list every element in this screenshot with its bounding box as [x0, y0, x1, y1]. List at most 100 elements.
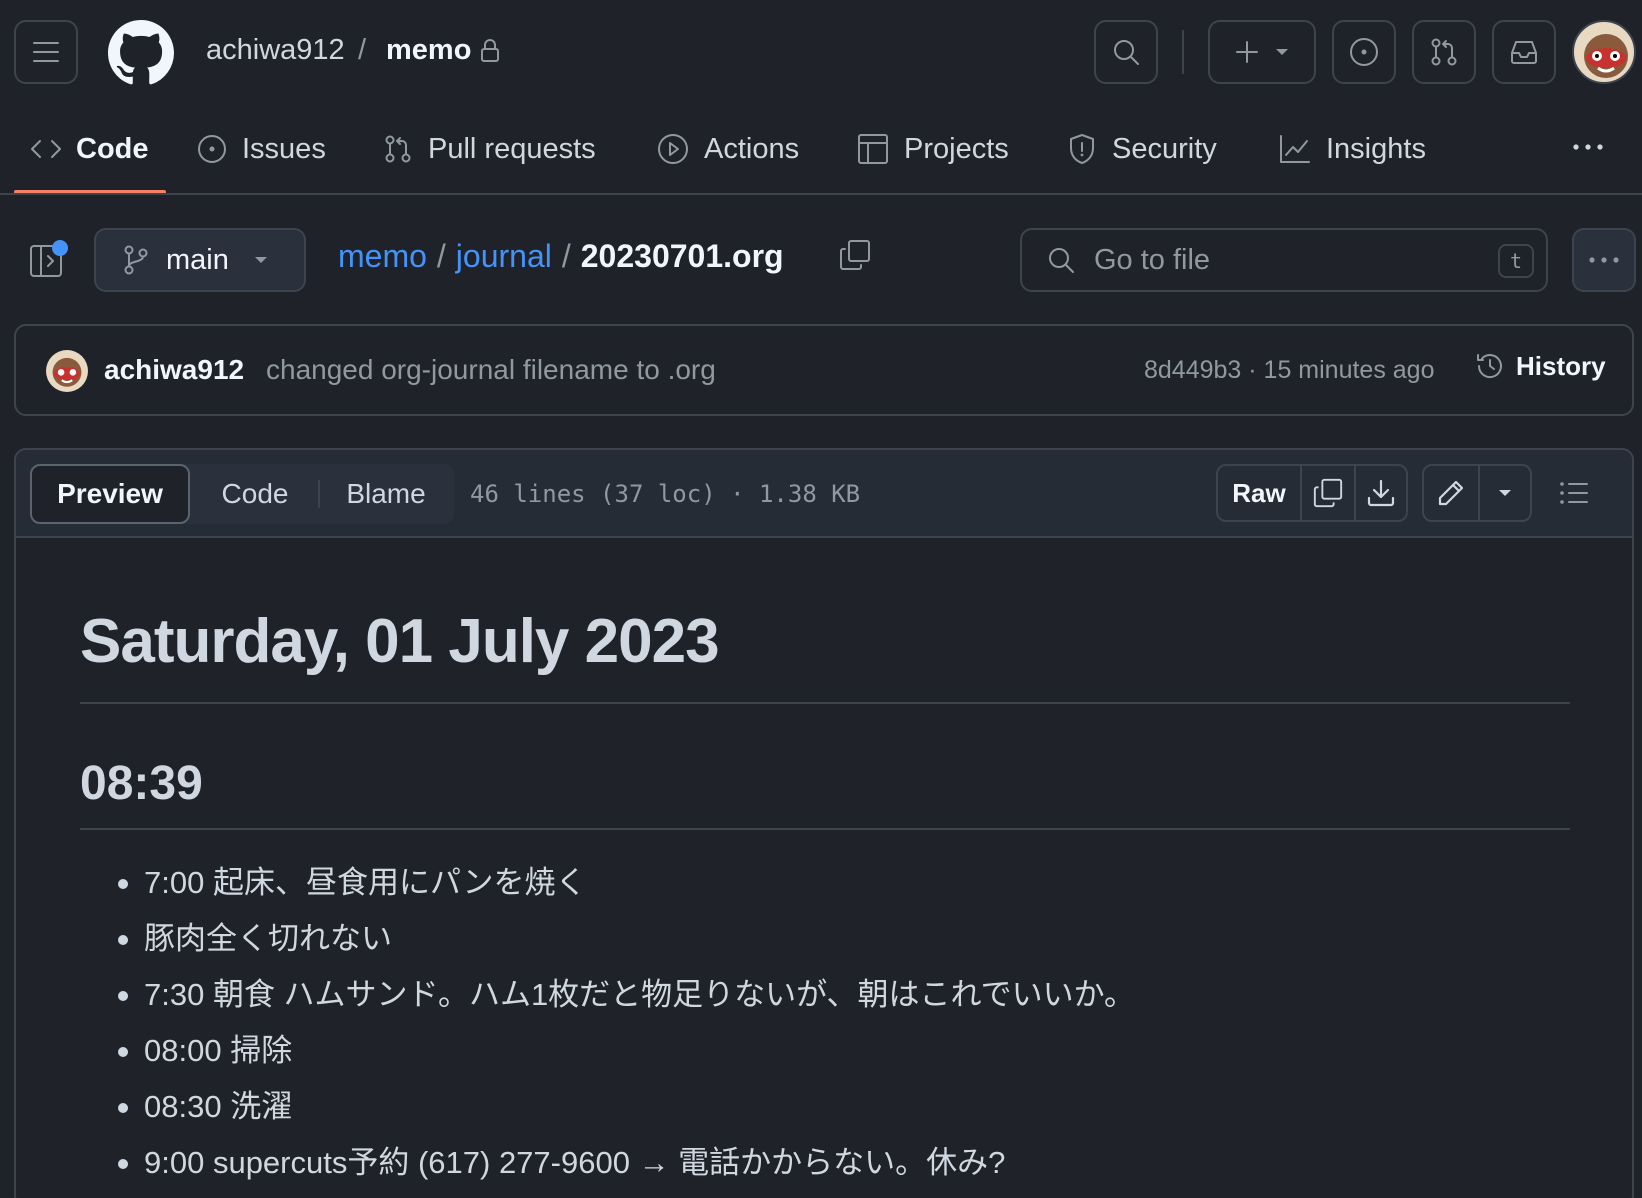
journal-entry-list: 7:00 起床、昼食用にパンを焼く 豚肉全く切れない 7:30 朝食 ハムサンド…: [110, 862, 1135, 1198]
list-item: 08:30 洗濯: [110, 1086, 1135, 1142]
tab-projects[interactable]: Projects: [856, 118, 1009, 180]
list-item: 7:30 朝食 ハムサンド。ハム1枚だと物足りないが、朝はこれでいいか。: [110, 974, 1135, 1030]
tab-code-label: Code: [76, 132, 149, 165]
inbox-button[interactable]: [1492, 20, 1556, 84]
raw-button[interactable]: Raw: [1218, 466, 1300, 520]
pull-requests-button[interactable]: [1412, 20, 1476, 84]
breadcrumb-repo[interactable]: memo: [386, 34, 471, 67]
avatar-face-icon: [52, 357, 82, 387]
plus-icon: [1236, 41, 1258, 63]
more-tabs-button[interactable]: [1570, 132, 1606, 162]
inbox-icon: [1511, 41, 1537, 64]
file-info: 46 lines (37 loc) · 1.38 KB: [470, 480, 861, 508]
list-item: 豚肉全く切れない: [110, 918, 1135, 974]
copy-raw-button[interactable]: [1300, 466, 1354, 520]
tab-projects-label: Projects: [904, 132, 1009, 165]
issues-button[interactable]: [1332, 20, 1396, 84]
header-divider: [1182, 30, 1184, 74]
list-item: 08:00 掃除: [110, 1030, 1135, 1086]
edit-file-button[interactable]: [1424, 466, 1478, 520]
triangle-down-icon: [1276, 49, 1288, 55]
search-button[interactable]: [1094, 20, 1158, 84]
tab-security-label: Security: [1112, 132, 1217, 165]
tab-security[interactable]: Security: [1066, 118, 1217, 180]
git-branch-icon: [124, 245, 148, 275]
section-divider: [80, 828, 1570, 830]
copy-icon: [1313, 478, 1343, 508]
git-pull-request-icon: [385, 135, 411, 163]
search-icon: [1114, 40, 1139, 65]
commit-message[interactable]: changed org-journal filename to .org: [266, 354, 716, 386]
code-view-tab[interactable]: Code: [198, 464, 312, 524]
history-icon: [1477, 354, 1502, 378]
graph-icon: [1280, 135, 1310, 163]
kebab-horizontal-icon: [1573, 144, 1603, 150]
lock-icon: [479, 38, 501, 64]
hamburger-icon: [33, 42, 59, 62]
commit-author-avatar[interactable]: [46, 350, 88, 392]
breadcrumb-owner[interactable]: achiwa912: [206, 34, 345, 67]
table-icon: [858, 134, 888, 164]
kebab-horizontal-icon: [1589, 257, 1619, 263]
blame-tab[interactable]: Blame: [326, 464, 446, 524]
shield-icon: [1070, 134, 1094, 164]
current-filename: 20230701.org: [580, 238, 784, 274]
preview-tab[interactable]: Preview: [30, 464, 190, 524]
list-unordered-icon: [1560, 482, 1588, 504]
tab-actions-label: Actions: [704, 132, 800, 165]
outline-button[interactable]: [1558, 478, 1590, 508]
branch-name: main: [166, 243, 229, 276]
path-link-memo[interactable]: memo: [338, 238, 427, 275]
tab-pull-requests-label: Pull requests: [428, 132, 596, 165]
user-avatar[interactable]: [1572, 20, 1636, 84]
issue-opened-icon: [1350, 38, 1378, 66]
branch-selector[interactable]: main: [94, 228, 306, 292]
triangle-down-icon: [254, 257, 267, 263]
path-separator: /: [561, 238, 571, 274]
file-path-breadcrumb: memo / journal / 20230701.org: [338, 238, 784, 275]
git-pull-request-icon: [1431, 38, 1457, 66]
raw-label: Raw: [1232, 477, 1286, 508]
commit-author[interactable]: achiwa912: [104, 354, 244, 386]
global-menu-button[interactable]: [14, 20, 78, 84]
segment-divider: [318, 480, 320, 508]
issue-opened-icon: [198, 135, 226, 163]
path-separator: /: [436, 238, 446, 274]
tab-pull-requests[interactable]: Pull requests: [382, 118, 596, 180]
github-logo-icon[interactable]: [108, 20, 174, 86]
play-icon: [658, 134, 688, 164]
edit-button-group: [1422, 464, 1532, 522]
nav-divider: [0, 193, 1642, 195]
tab-insights-label: Insights: [1326, 132, 1426, 165]
tab-issues[interactable]: Issues: [196, 118, 326, 180]
path-link-journal[interactable]: journal: [456, 238, 552, 275]
pencil-icon: [1438, 480, 1464, 506]
tab-issues-label: Issues: [242, 132, 326, 165]
create-new-button[interactable]: [1208, 20, 1316, 84]
tab-code[interactable]: Code: [30, 118, 149, 180]
download-button[interactable]: [1354, 466, 1406, 520]
breadcrumb-separator: /: [358, 34, 367, 66]
go-to-file-input[interactable]: Go to file t: [1020, 228, 1548, 292]
download-icon: [1367, 479, 1395, 507]
github-mark-icon: [108, 20, 174, 85]
list-item: 9:00 supercuts予約 (617) 277-9600 → 電話かからな…: [110, 1142, 1135, 1198]
raw-copy-download-group: Raw: [1216, 464, 1408, 522]
notification-dot: [52, 240, 68, 256]
expand-file-tree-button[interactable]: [28, 240, 72, 280]
commit-sha-time[interactable]: 8d449b3 · 15 minutes ago: [1144, 356, 1435, 385]
tab-actions[interactable]: Actions: [656, 118, 799, 180]
copy-path-button[interactable]: [838, 238, 872, 272]
copy-icon: [840, 240, 870, 270]
edit-options-dropdown[interactable]: [1478, 466, 1530, 520]
tab-insights[interactable]: Insights: [1278, 118, 1426, 180]
more-options-button[interactable]: [1572, 228, 1636, 292]
shortcut-key: t: [1498, 244, 1534, 278]
avatar-face-icon: [1584, 34, 1628, 78]
history-button[interactable]: History: [1474, 350, 1606, 382]
document-title: Saturday, 01 July 2023: [80, 607, 720, 676]
triangle-down-icon: [1499, 490, 1511, 496]
go-to-file-placeholder: Go to file: [1094, 243, 1211, 276]
list-item: 7:00 起床、昼食用にパンを焼く: [110, 862, 1135, 918]
section-heading: 08:39: [80, 757, 203, 810]
